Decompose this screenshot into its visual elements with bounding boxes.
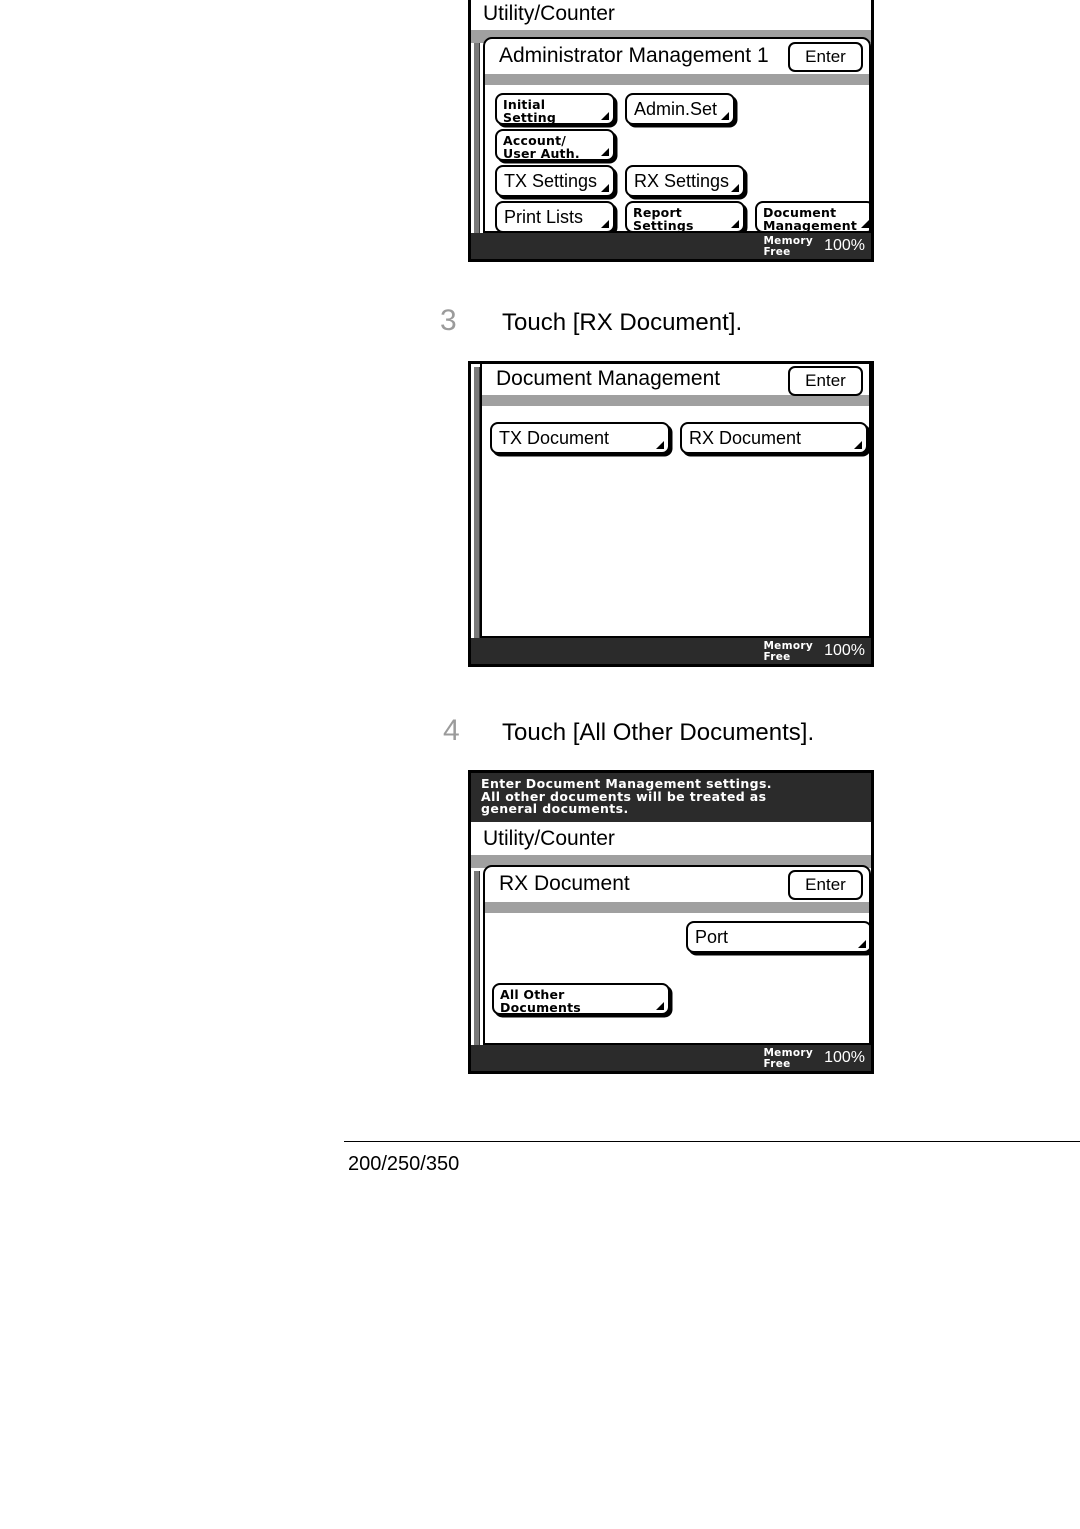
panel-left-rail [474, 871, 480, 1045]
panel-left-rail [474, 43, 480, 233]
card-underline-band [485, 902, 869, 913]
memory-label-line2: Free [763, 1057, 791, 1070]
button-report-settings[interactable]: Report Settings [625, 201, 745, 233]
screen-title-utility-counter: Utility/Counter [471, 0, 871, 30]
memory-label-line2: Free [763, 245, 791, 258]
instruction-line-3: general documents. [481, 801, 629, 816]
status-bar: Memory Free 100% [471, 233, 871, 259]
button-label: Admin.Set [634, 98, 718, 119]
memory-free-value: 100% [824, 642, 865, 659]
card-underline-band [482, 395, 869, 406]
enter-button[interactable]: Enter [788, 870, 863, 900]
button-admin-set[interactable]: Admin.Set [625, 93, 735, 125]
button-label-line2: Setting [503, 110, 556, 125]
lcd-panel-administrator-management: Utility/Counter Administrator Management… [468, 0, 874, 262]
button-port[interactable]: Port [686, 921, 869, 953]
step-3-number: 3 [440, 304, 457, 337]
button-label: Print Lists [504, 206, 584, 227]
button-label: RX Settings [634, 170, 730, 191]
button-rx-document[interactable]: RX Document [680, 422, 868, 454]
dialog-card-rx-document: RX Document Enter Port All Other Documen… [483, 865, 871, 1045]
card-title-rx-document: RX Document [499, 872, 630, 895]
button-document-management[interactable]: Document Management [755, 201, 869, 233]
enter-button[interactable]: Enter [788, 366, 863, 396]
memory-free-label: Memory Free [763, 236, 813, 257]
card-title-document-management: Document Management [496, 367, 721, 390]
memory-free-label: Memory Free [763, 641, 813, 662]
card-header: Document Management Enter [482, 364, 869, 406]
button-label-line2: User Auth. [503, 146, 580, 161]
dialog-card-administrator-management: Administrator Management 1 Enter Initial… [483, 37, 871, 233]
status-bar: Memory Free 100% [471, 1045, 871, 1071]
button-initial-setting[interactable]: Initial Setting [495, 93, 615, 125]
memory-label-line1: Memory [763, 640, 813, 652]
button-rx-settings[interactable]: RX Settings [625, 165, 745, 197]
button-label-line2: Settings [633, 218, 694, 233]
lcd-panel-document-management: Document Management Enter TX Document RX… [468, 361, 874, 667]
memory-label-line1: Memory [763, 235, 813, 247]
button-label: TX Document [499, 427, 610, 448]
button-print-lists[interactable]: Print Lists [495, 201, 615, 231]
button-label-line2: Management [763, 218, 858, 233]
button-label: RX Document [689, 427, 802, 448]
dialog-card-document-management: Document Management Enter TX Document RX… [480, 364, 871, 638]
card-header: Administrator Management 1 Enter [485, 39, 869, 85]
button-tx-document[interactable]: TX Document [490, 422, 670, 454]
screen-title-utility-counter: Utility/Counter [471, 821, 871, 855]
button-label: Port [695, 926, 729, 947]
footer-divider [344, 1141, 1080, 1142]
card-header: RX Document Enter [485, 867, 869, 913]
enter-button[interactable]: Enter [788, 42, 863, 72]
step-4-number: 4 [443, 714, 460, 747]
memory-label-line1: Memory [763, 1047, 813, 1059]
card-title-administrator-management: Administrator Management 1 [499, 44, 769, 67]
memory-free-label: Memory Free [763, 1048, 813, 1069]
memory-label-line2: Free [763, 650, 791, 663]
step-3-text: Touch [RX Document]. [502, 309, 743, 336]
button-label-line2: Documents [500, 1000, 581, 1015]
button-all-other-documents[interactable]: All Other Documents [492, 983, 670, 1015]
step-4-text: Touch [All Other Documents]. [502, 719, 815, 746]
memory-free-value: 100% [824, 237, 865, 254]
button-tx-settings[interactable]: TX Settings [495, 165, 615, 197]
memory-free-value: 100% [824, 1049, 865, 1066]
instruction-message-bar: Enter Document Management settings. All … [471, 773, 871, 822]
card-underline-band [485, 74, 869, 85]
footer-model-number: 200/250/350 [348, 1153, 460, 1175]
button-label: TX Settings [504, 170, 598, 191]
lcd-panel-rx-document: Enter Document Management settings. All … [468, 770, 874, 1074]
button-account-user-auth[interactable]: Account/ User Auth. [495, 129, 615, 161]
status-bar: Memory Free 100% [471, 638, 871, 664]
